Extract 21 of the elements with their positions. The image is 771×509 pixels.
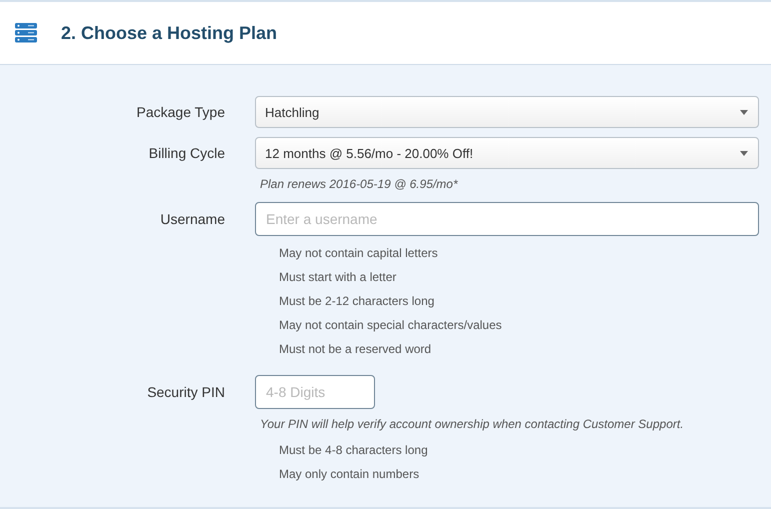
field-label: Username — [159, 211, 225, 227]
requirement-text: May not contain capital letters — [279, 245, 438, 261]
requirement-text: Must not be a reserved word — [279, 341, 432, 357]
caret-icon — [740, 150, 748, 156]
requirement-text: Must be 4-8 characters long — [279, 442, 428, 458]
server-icon — [15, 23, 37, 43]
section-title: 2. Choose a Hosting Plan — [61, 22, 278, 44]
requirement-text: May not contain special characters/values — [279, 317, 502, 333]
input-field[interactable]: 4-8 Digits — [255, 375, 375, 409]
field-label: Security PIN — [146, 384, 225, 400]
field-label: Package Type — [136, 104, 225, 120]
caret-icon — [740, 110, 748, 114]
input-field[interactable]: Enter a username — [255, 202, 759, 236]
requirement-text: Must start with a letter — [279, 269, 396, 285]
dropdown[interactable]: Hatchling — [255, 96, 759, 128]
hint-text: Your PIN will help verify account ownership when contacting Customer Support. — [260, 417, 684, 431]
requirement-text: May only contain numbers — [279, 466, 420, 482]
field-label: Billing Cycle — [148, 145, 225, 161]
hint-text: Plan renews 2016-05-19 @ 6.95/mo* — [260, 177, 458, 191]
requirement-text: Must be 2-12 characters long — [279, 293, 434, 309]
dropdown[interactable]: 12 months @ 5.56/mo - 20.00% Off! — [255, 137, 759, 169]
